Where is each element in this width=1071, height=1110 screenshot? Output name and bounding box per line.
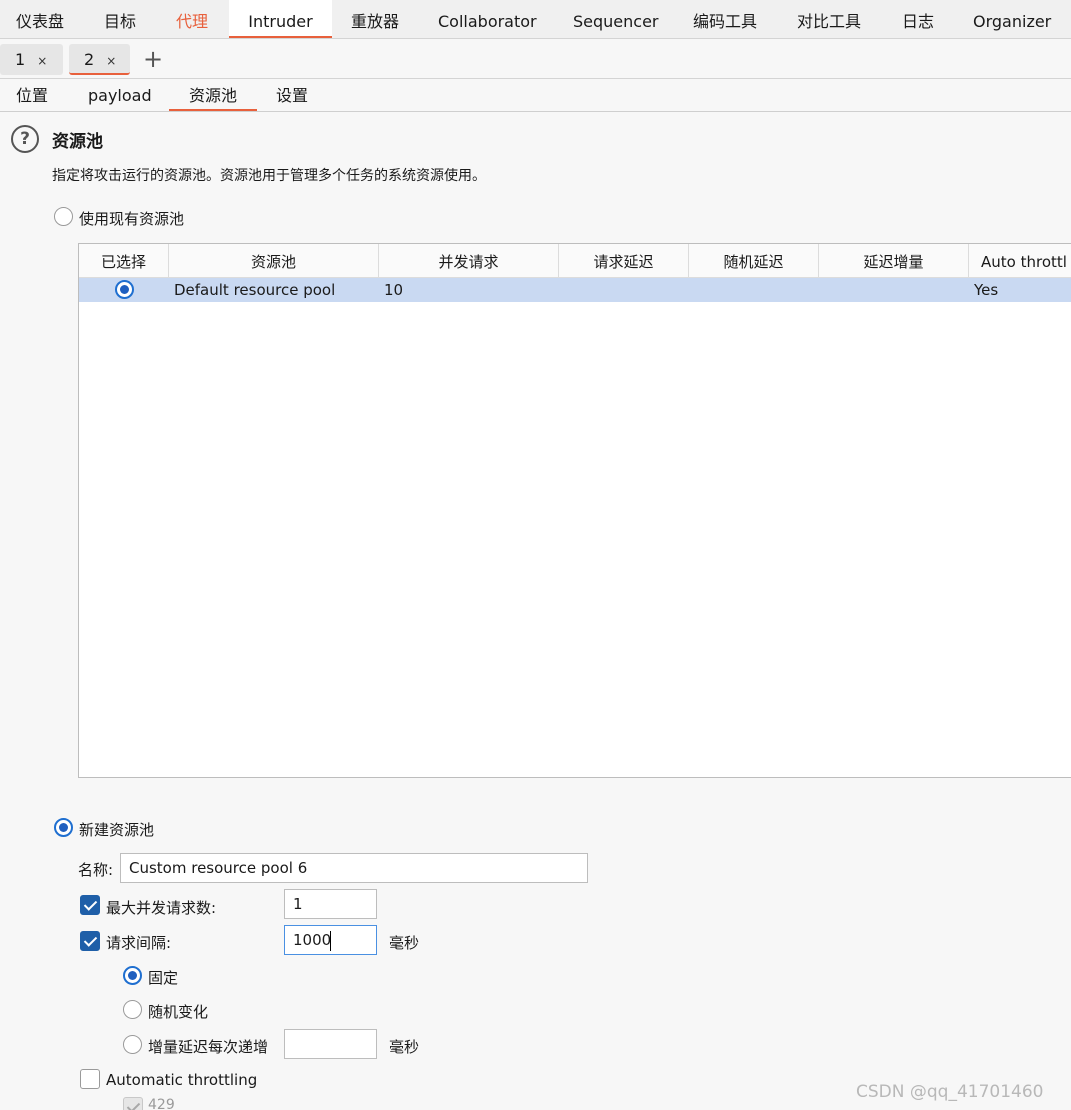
tab-collaborator[interactable]: Collaborator [438, 0, 537, 38]
column-header-pool[interactable]: 资源池 [169, 244, 379, 278]
increment-interval-radio[interactable] [123, 1035, 142, 1054]
row-selected-radio[interactable] [115, 280, 134, 299]
pool-name-input[interactable]: Custom resource pool 6 [120, 853, 588, 883]
column-header-selected[interactable]: 已选择 [79, 244, 169, 278]
tab-intruder[interactable]: Intruder [229, 0, 332, 38]
tab-repeater[interactable]: 重放器 [351, 0, 399, 38]
request-interval-label: 请求间隔: [106, 934, 172, 952]
resource-pool-table: 已选择 资源池 并发请求 请求延迟 随机延迟 延迟增量 Auto throttl… [78, 243, 1071, 778]
random-interval-radio[interactable] [123, 1000, 142, 1019]
tab-settings[interactable]: 设置 [276, 79, 308, 111]
throttle-429-checkbox[interactable] [123, 1097, 143, 1110]
table-header: 已选择 资源池 并发请求 请求延迟 随机延迟 延迟增量 Auto throttl [79, 244, 1071, 278]
request-interval-unit: 毫秒 [389, 934, 420, 952]
text-caret [330, 931, 331, 951]
tab-payloads[interactable]: payload [88, 79, 152, 111]
attack-tab-label: 2 [84, 50, 95, 69]
tab-decoder[interactable]: 编码工具 [693, 0, 757, 38]
create-new-pool-radio[interactable] [54, 818, 73, 837]
watermark: CSDN @qq_41701460 [856, 1082, 1044, 1102]
tab-logger[interactable]: 日志 [902, 0, 934, 38]
tab-organizer[interactable]: Organizer [973, 0, 1051, 38]
tab-comparer[interactable]: 对比工具 [797, 0, 861, 38]
use-existing-pool-label: 使用现有资源池 [79, 210, 185, 228]
tab-dashboard[interactable]: 仪表盘 [16, 0, 64, 38]
attack-tab-1[interactable]: 1 × [0, 44, 63, 75]
increment-interval-input[interactable] [284, 1029, 377, 1059]
use-existing-pool-radio[interactable] [54, 207, 73, 226]
automatic-throttling-checkbox[interactable] [80, 1069, 100, 1089]
increment-interval-label: 增量延迟每次递增 [148, 1038, 269, 1056]
cell-auto-throttling: Yes [974, 281, 999, 299]
request-interval-checkbox[interactable] [80, 931, 100, 951]
section-title: 资源池 [52, 132, 103, 152]
tab-proxy[interactable]: 代理 [176, 0, 208, 38]
column-header-auto-throttling[interactable]: Auto throttl [969, 244, 1071, 278]
column-header-concurrent[interactable]: 并发请求 [379, 244, 559, 278]
cell-concurrent: 10 [384, 281, 404, 299]
fixed-interval-label: 固定 [148, 969, 179, 987]
tab-positions[interactable]: 位置 [16, 79, 48, 111]
max-concurrent-checkbox[interactable] [80, 895, 100, 915]
create-new-pool-label: 新建资源池 [79, 821, 155, 839]
random-interval-label: 随机变化 [148, 1003, 209, 1021]
attack-tab-label: 1 [15, 50, 26, 69]
main-tab-bar: 仪表盘 目标 代理 Intruder 重放器 Collaborator Sequ… [0, 0, 1071, 39]
close-icon[interactable]: × [37, 54, 47, 68]
help-icon[interactable]: ? [11, 125, 39, 153]
tab-target[interactable]: 目标 [104, 0, 136, 38]
section-description: 指定将攻击运行的资源池。资源池用于管理多个任务的系统资源使用。 [52, 168, 486, 184]
automatic-throttling-label: Automatic throttling [106, 1071, 258, 1089]
table-row[interactable]: Default resource pool 10 Yes [79, 278, 1071, 302]
plus-icon[interactable]: + [143, 47, 163, 71]
increment-interval-unit: 毫秒 [389, 1038, 420, 1056]
attack-tab-2[interactable]: 2 × [69, 44, 130, 75]
cell-pool-name: Default resource pool [174, 281, 336, 299]
max-concurrent-input[interactable]: 1 [284, 889, 377, 919]
column-header-random-delay[interactable]: 随机延迟 [689, 244, 819, 278]
intruder-sub-tabs: 位置 payload 资源池 设置 [0, 79, 1071, 112]
max-concurrent-label: 最大并发请求数: [106, 899, 217, 917]
tab-resource-pool[interactable]: 资源池 [169, 79, 257, 111]
column-header-delay-increment[interactable]: 延迟增量 [819, 244, 969, 278]
fixed-interval-radio[interactable] [123, 966, 142, 985]
pool-name-label: 名称: [78, 861, 114, 879]
column-header-delay[interactable]: 请求延迟 [559, 244, 689, 278]
tab-sequencer[interactable]: Sequencer [573, 0, 659, 38]
throttle-429-label: 429 [148, 1097, 175, 1110]
close-icon[interactable]: × [106, 54, 116, 68]
